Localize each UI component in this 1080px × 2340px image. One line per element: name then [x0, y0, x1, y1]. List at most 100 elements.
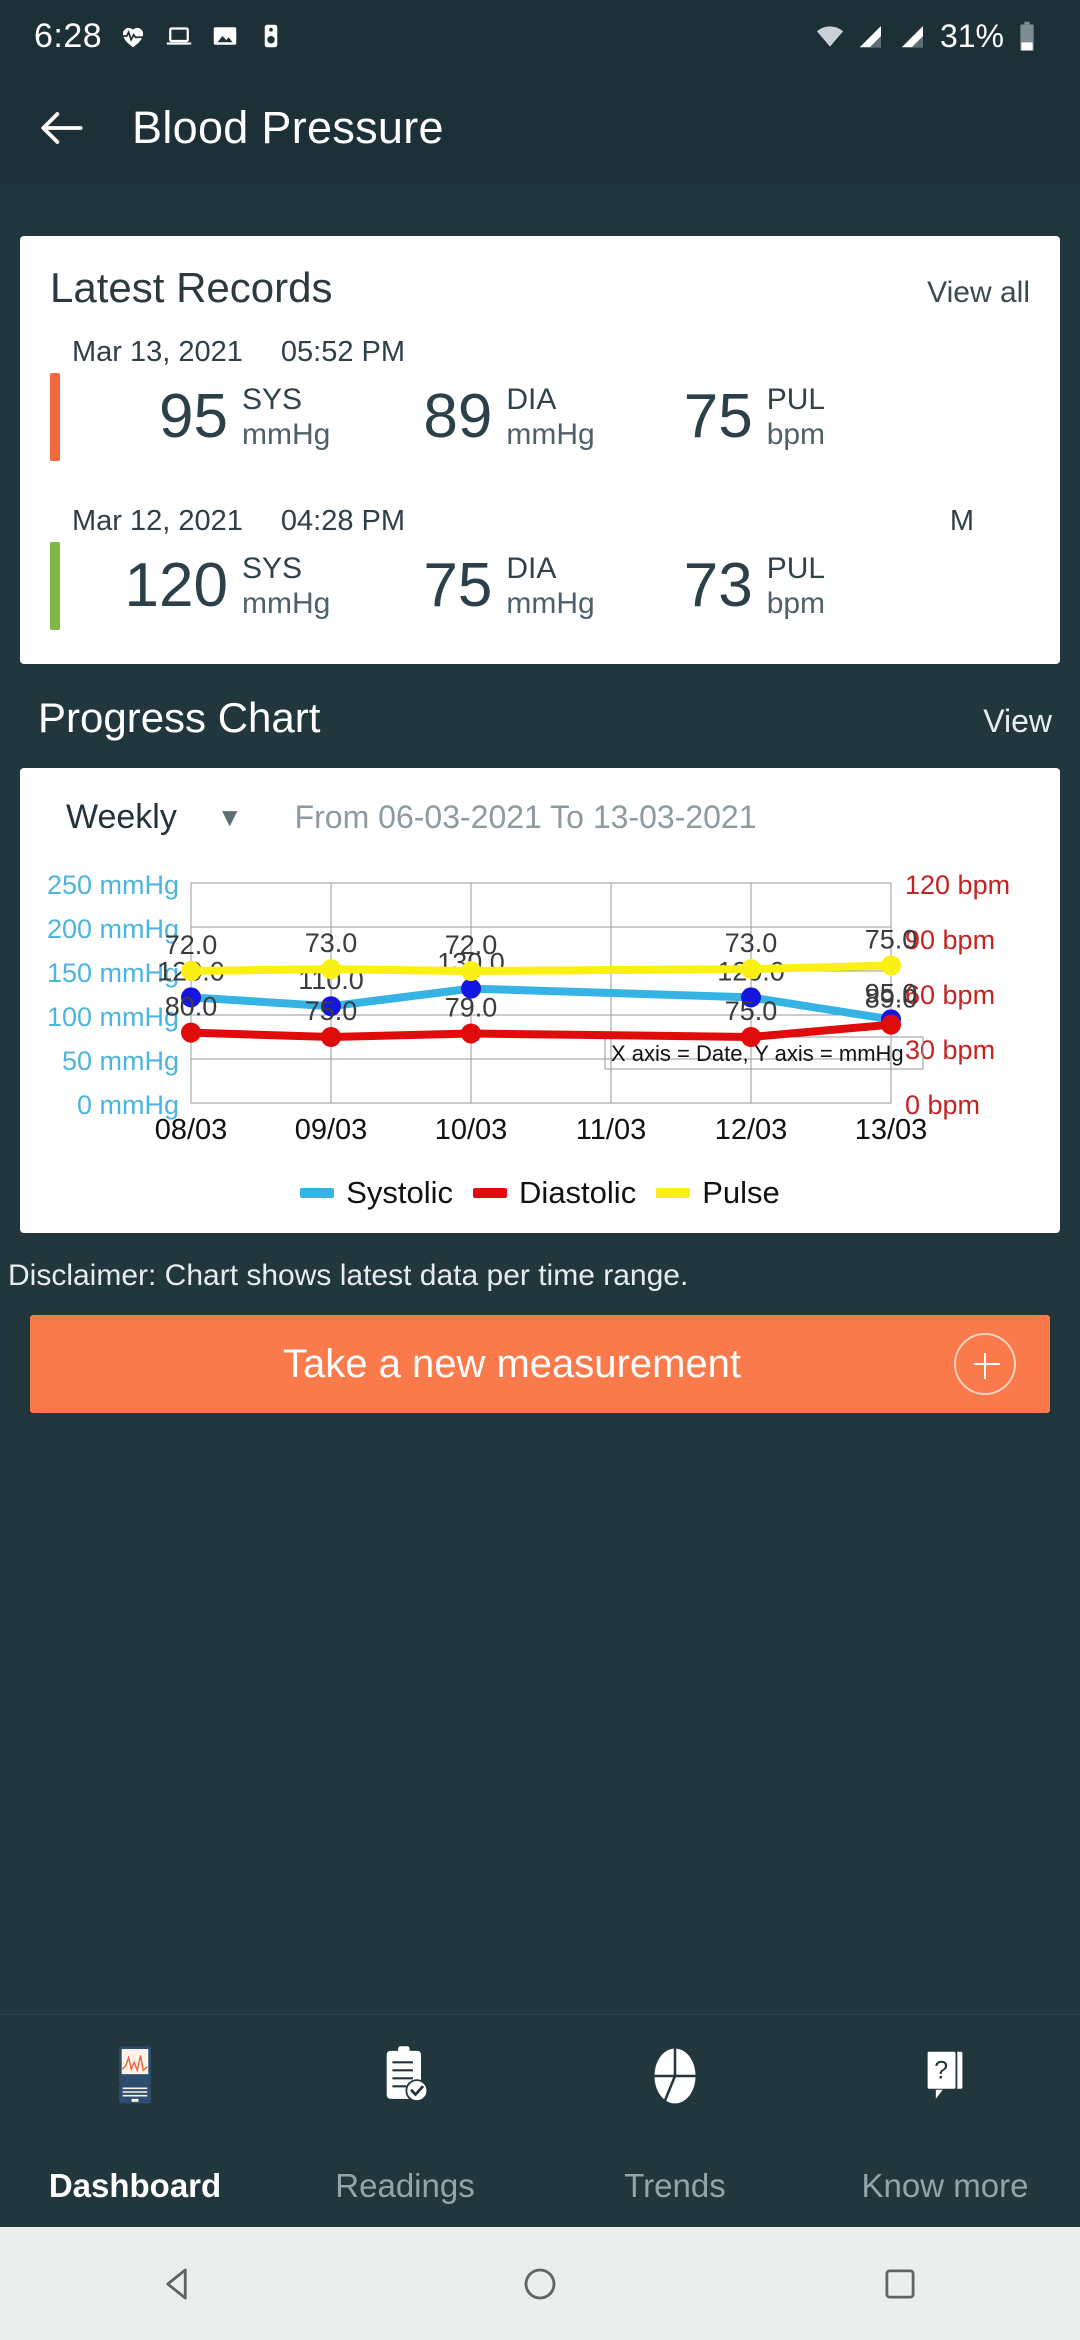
svg-text:75.0: 75.0	[865, 925, 918, 955]
status-bar-left: 6:28	[34, 17, 286, 56]
record-time: 05:52 PM	[280, 336, 406, 368]
plus-circle-icon[interactable]	[954, 1333, 1016, 1395]
metric-dia-name: DIA	[506, 382, 557, 416]
nav-item-dashboard[interactable]: Dashboard	[0, 2037, 270, 2205]
question-book-icon: ?	[916, 2037, 974, 2115]
svg-text:50 mmHg: 50 mmHg	[62, 1046, 179, 1076]
record-row[interactable]: Mar 12, 2021 04:28 PM M 120 SYS mmHg 75 …	[50, 505, 1030, 630]
record-values: 95 SYS mmHg 89 DIA mmHg 75 PUL bpm	[50, 373, 1030, 461]
svg-text:?: ?	[934, 2056, 948, 2084]
metric-dia-name: DIA	[506, 551, 557, 585]
progress-chart-card: Weekly ▼ From 06-03-2021 To 13-03-2021 0…	[20, 768, 1060, 1233]
record-meta: Mar 13, 2021 05:52 PM	[50, 336, 1030, 369]
progress-view-link[interactable]: View	[983, 703, 1052, 740]
nav-label-know-more: Know more	[861, 2167, 1029, 2204]
nav-label-trends: Trends	[624, 2167, 726, 2204]
metric-pul-label: PUL bpm	[767, 382, 825, 453]
legend-swatch	[656, 1188, 691, 1198]
chevron-down-icon[interactable]: ▼	[217, 802, 243, 833]
metric-sys-label: SYS mmHg	[242, 551, 330, 622]
record-status-bar	[50, 373, 60, 461]
photo-icon	[210, 21, 240, 51]
record-status-bar	[50, 542, 60, 630]
metric-sys-name: SYS	[242, 551, 303, 585]
svg-text:75.0: 75.0	[725, 996, 778, 1026]
svg-text:100 mmHg: 100 mmHg	[47, 1002, 179, 1032]
nav-label-readings: Readings	[335, 2167, 475, 2204]
back-arrow-icon[interactable]	[34, 100, 90, 156]
metric-dia: 89 DIA mmHg	[362, 382, 594, 453]
clipboard-check-icon	[379, 2037, 431, 2115]
nav-label-dashboard: Dashboard	[48, 2167, 222, 2204]
disclaimer-text: Disclaimer: Chart shows latest data per …	[8, 1259, 689, 1292]
progress-chart-title: Progress Chart	[38, 694, 321, 741]
nav-item-know-more[interactable]: ? Know more	[810, 2037, 1080, 2205]
view-all-link[interactable]: View all	[927, 276, 1030, 310]
record-row[interactable]: Mar 13, 2021 05:52 PM 95 SYS mmHg 89 DIA	[50, 336, 1030, 461]
legend-item: Diastolic	[473, 1175, 636, 1211]
metric-pul-value: 73	[683, 551, 753, 620]
metric-dia-label: DIA mmHg	[506, 551, 594, 622]
metric-dia: 75 DIA mmHg	[362, 551, 594, 622]
svg-text:X axis = Date, Y axis = mmHg: X axis = Date, Y axis = mmHg	[611, 1041, 904, 1066]
legend-label: Pulse	[702, 1175, 780, 1210]
nav-item-trends[interactable]: Trends	[540, 2037, 810, 2205]
legend-label: Diastolic	[519, 1175, 637, 1210]
svg-text:200 mmHg: 200 mmHg	[47, 914, 179, 944]
app-bar: Blood Pressure	[0, 72, 1080, 184]
record-date: Mar 12, 2021	[72, 505, 243, 537]
metric-sys-label: SYS mmHg	[242, 382, 330, 453]
record-time: 04:28 PM	[280, 505, 406, 537]
range-dropdown-value[interactable]: Weekly	[66, 798, 177, 837]
scroll-content: Latest Records View all Mar 13, 2021 05:…	[0, 184, 1080, 1413]
svg-text:30 bpm: 30 bpm	[905, 1035, 995, 1065]
square-recents-icon[interactable]	[870, 2254, 930, 2314]
legend-item: Pulse	[656, 1175, 780, 1211]
record-values: 120 SYS mmHg 75 DIA mmHg 73 PUL bpm	[50, 542, 1030, 630]
metric-sys-unit: mmHg	[242, 418, 331, 451]
metric-pul-name: PUL	[766, 551, 826, 585]
metric-pul: 75 PUL bpm	[623, 382, 825, 453]
latest-records-header: Latest Records View all	[50, 264, 1030, 312]
progress-chart-header: Progress Chart View	[0, 664, 1080, 742]
range-dates-label: From 06-03-2021 To 13-03-2021	[294, 799, 757, 835]
nav-item-readings[interactable]: Readings	[270, 2037, 540, 2205]
svg-text:60 bpm: 60 bpm	[905, 980, 995, 1010]
metric-sys: 120 SYS mmHg	[78, 551, 331, 622]
latest-records-card: Latest Records View all Mar 13, 2021 05:…	[20, 236, 1060, 664]
monitor-chart-icon	[106, 2037, 164, 2115]
metric-sys-unit: mmHg	[242, 587, 331, 620]
triangle-back-icon[interactable]	[150, 2254, 210, 2314]
metric-sys: 95 SYS mmHg	[78, 382, 330, 453]
signal-2-icon	[898, 21, 928, 51]
legend-label: Systolic	[346, 1175, 454, 1210]
legend-swatch	[300, 1188, 335, 1198]
legend-item: Systolic	[300, 1175, 453, 1211]
chart-plot-area: 0 mmHg 50 mmHg 100 mmHg 150 mmHg 200 mmHg 250…	[36, 863, 1044, 1163]
svg-text:73.0: 73.0	[305, 928, 358, 958]
page-title: Blood Pressure	[132, 102, 444, 153]
svg-text:73.0: 73.0	[725, 928, 778, 958]
metric-pul-name: PUL	[766, 382, 826, 416]
laptop-icon	[164, 21, 194, 51]
circle-home-icon[interactable]	[510, 2254, 570, 2314]
svg-text:11/03: 11/03	[576, 1114, 646, 1146]
chart-controls: Weekly ▼ From 06-03-2021 To 13-03-2021	[36, 786, 1044, 837]
record-date: Mar 13, 2021	[72, 336, 243, 368]
metric-dia-unit: mmHg	[506, 587, 595, 620]
metric-dia-unit: mmHg	[506, 418, 595, 451]
svg-text:09/03: 09/03	[295, 1114, 368, 1146]
svg-text:90 bpm: 90 bpm	[905, 925, 995, 955]
svg-text:79.0: 79.0	[445, 992, 498, 1022]
status-bar-right: 31%	[814, 18, 1046, 55]
chart-legend: Systolic Diastolic Pulse	[36, 1175, 1044, 1211]
svg-text:250 mmHg: 250 mmHg	[47, 870, 179, 900]
svg-text:72.0: 72.0	[165, 930, 218, 960]
take-new-measurement-button[interactable]: Take a new measurement	[30, 1315, 1050, 1413]
metric-sys-name: SYS	[242, 382, 303, 416]
svg-text:12/03: 12/03	[715, 1114, 788, 1146]
status-bar: 6:28 31%	[0, 0, 1080, 72]
heart-pulse-icon	[118, 21, 148, 51]
metric-pul-unit: bpm	[766, 418, 826, 451]
svg-text:80.0: 80.0	[165, 992, 218, 1022]
